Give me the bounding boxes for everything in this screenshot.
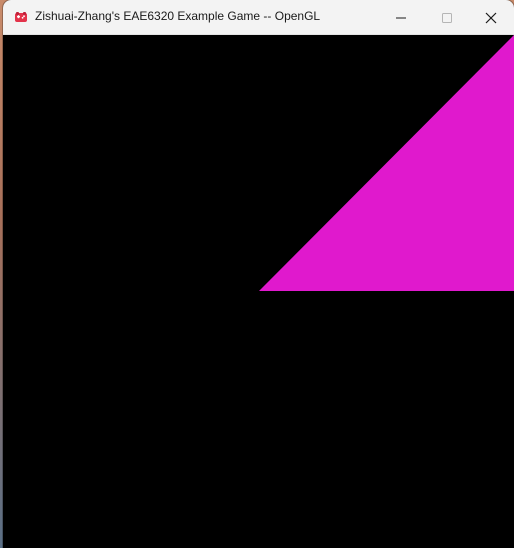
render-canvas (259, 35, 514, 291)
rendered-triangle (259, 35, 514, 291)
game-controller-icon (15, 12, 27, 22)
minimize-icon (396, 17, 406, 18)
maximize-button[interactable] (424, 0, 470, 35)
window-title: Zishuai-Zhang's EAE6320 Example Game -- … (35, 9, 321, 23)
close-button[interactable] (468, 0, 514, 35)
app-window: Zishuai-Zhang's EAE6320 Example Game -- … (3, 0, 514, 548)
opengl-viewport[interactable] (3, 35, 514, 548)
close-icon (485, 12, 497, 23)
title-bar[interactable]: Zishuai-Zhang's EAE6320 Example Game -- … (3, 0, 514, 35)
minimize-button[interactable] (378, 0, 424, 35)
maximize-icon (442, 12, 452, 23)
